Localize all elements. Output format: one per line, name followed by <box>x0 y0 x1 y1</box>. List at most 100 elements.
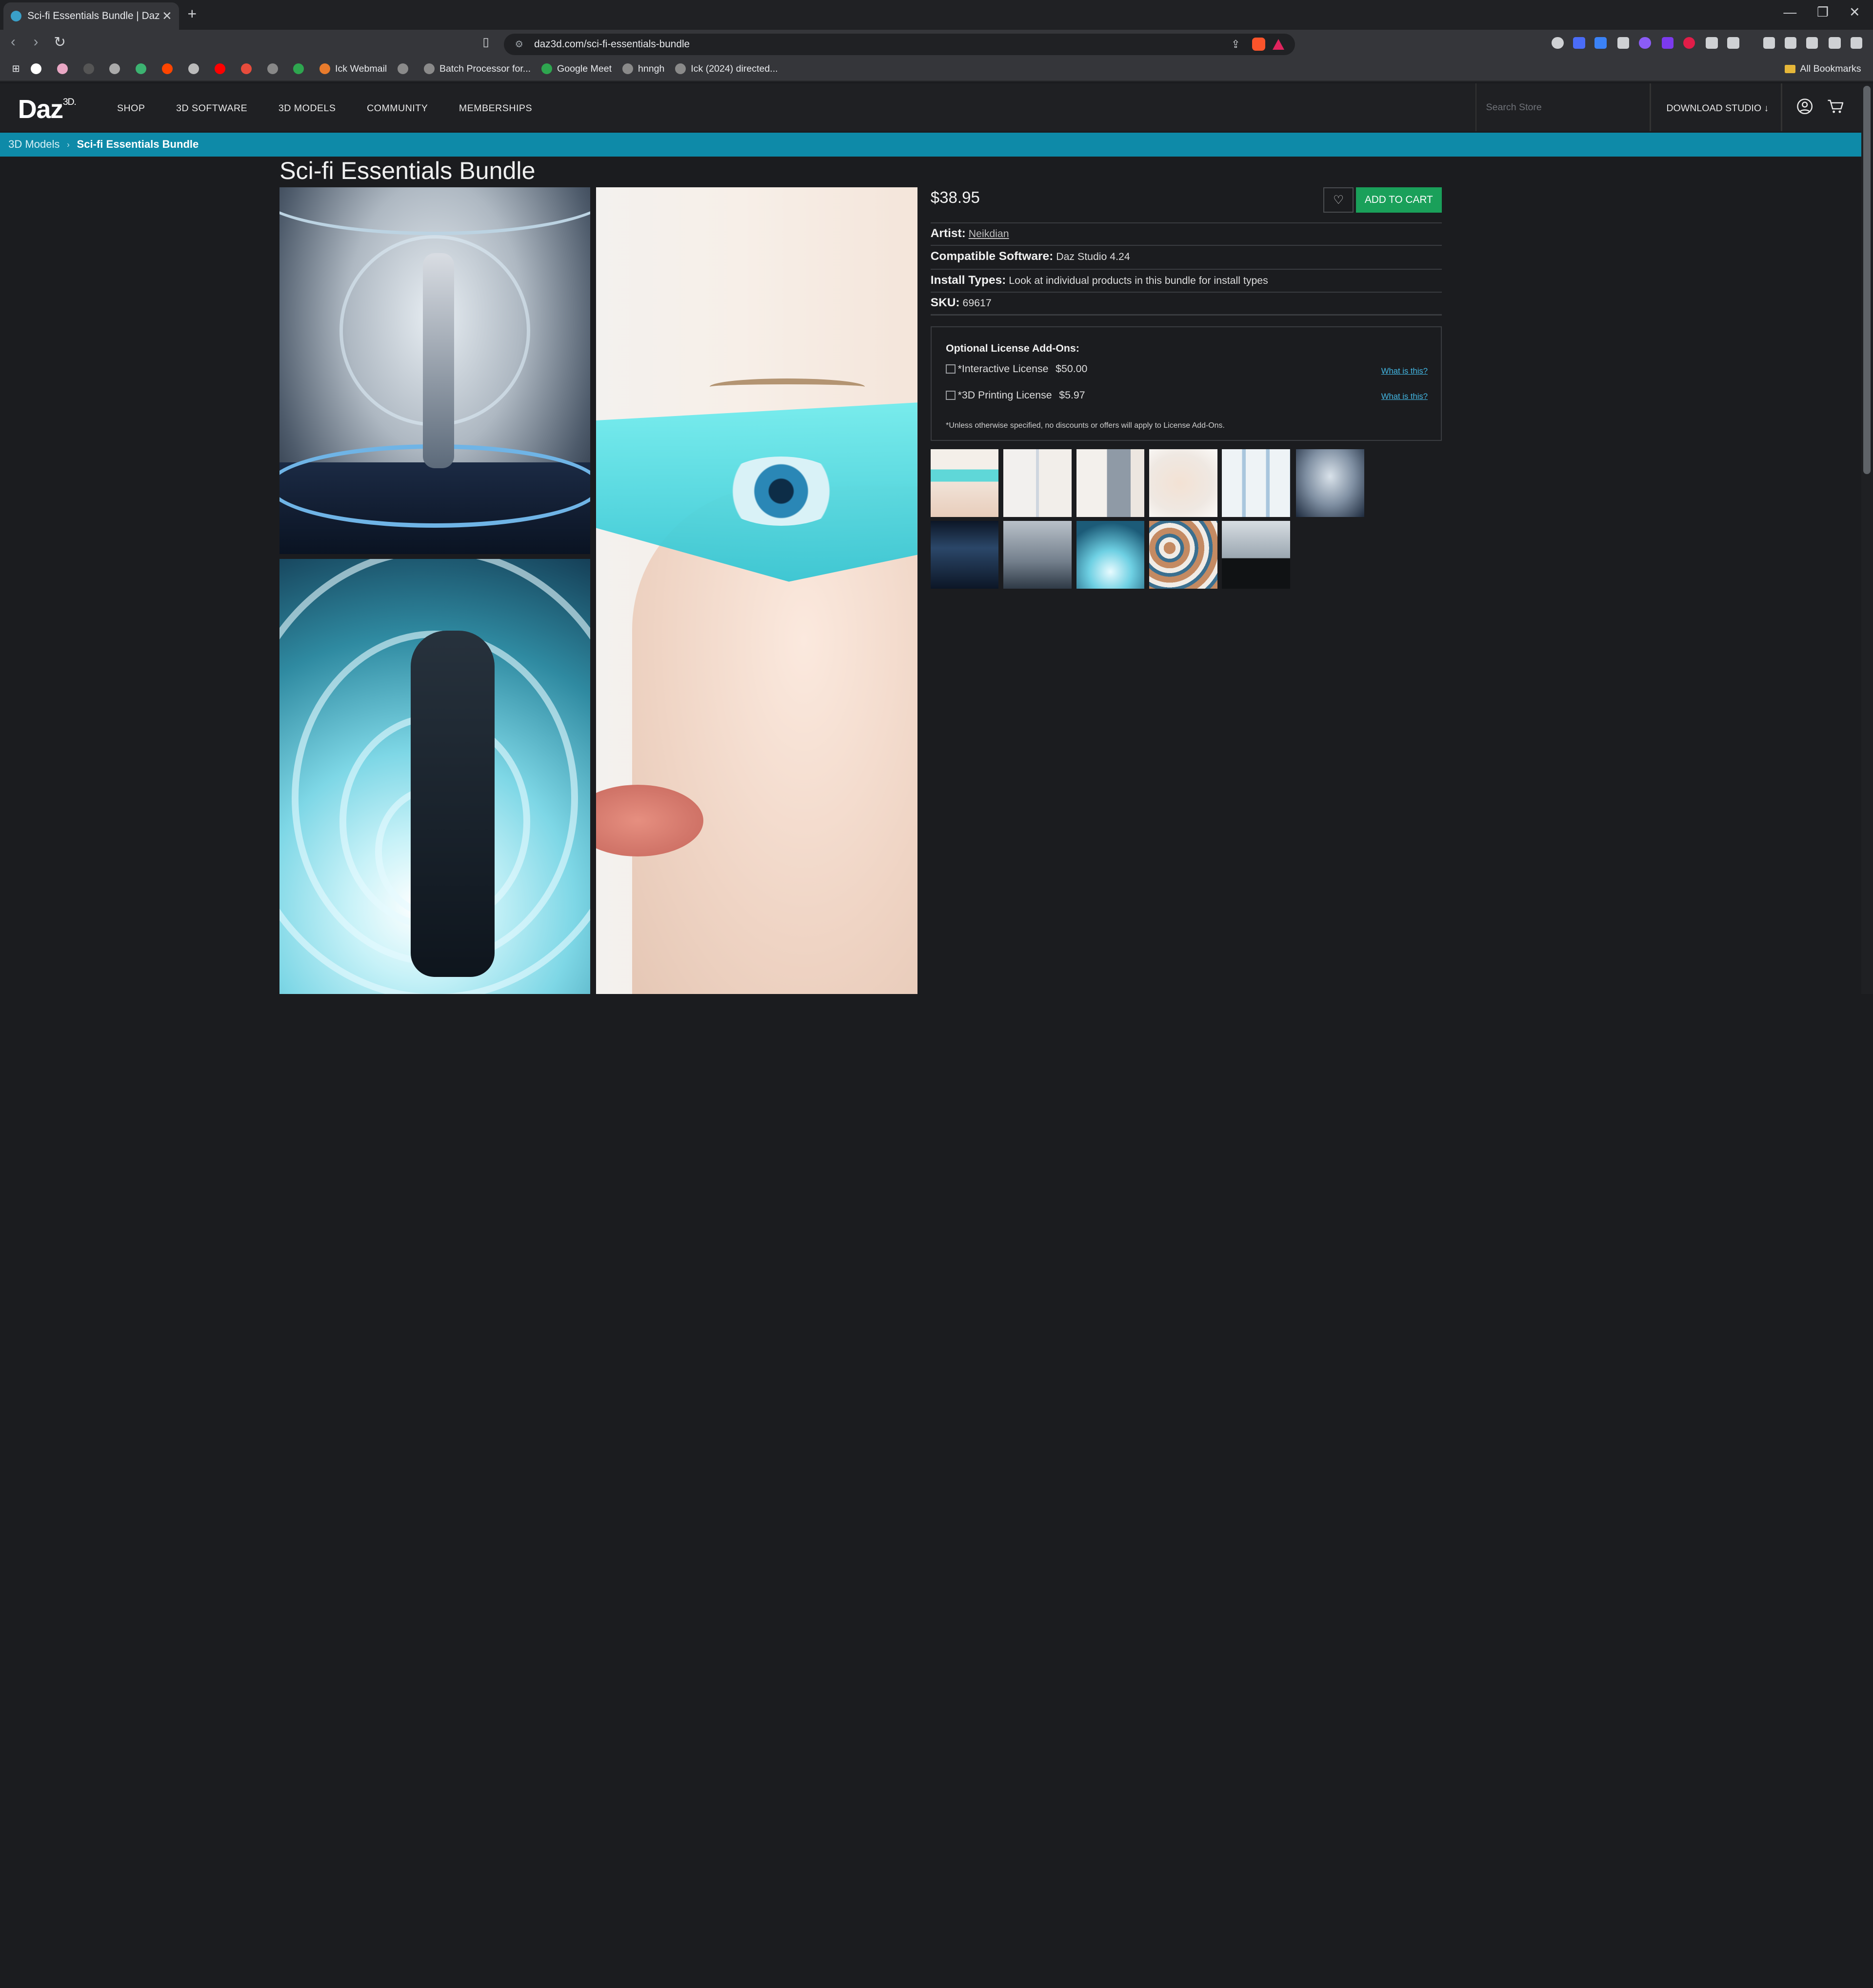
product-image-platform[interactable] <box>279 187 590 555</box>
leo-ai-icon[interactable] <box>1806 37 1818 49</box>
brave-shields-icon[interactable] <box>1252 38 1265 51</box>
bookmark-hnngh[interactable]: hnngh <box>622 63 664 75</box>
page-title: Sci-fi Essentials Bundle <box>279 157 536 184</box>
divider <box>930 291 1442 293</box>
license-interactive: *Interactive License $50.00 <box>946 363 1087 375</box>
license-3d-printing: *3D Printing License $5.97 <box>946 389 1085 401</box>
youtube-icon[interactable] <box>214 63 230 75</box>
artist-link[interactable]: Neikdian <box>969 228 1009 239</box>
search-input[interactable] <box>1486 97 1637 119</box>
thumbnail-metallic-faces[interactable] <box>1003 449 1072 517</box>
extensions-puzzle-icon[interactable] <box>1706 37 1718 49</box>
chevron-right-icon: › <box>67 139 70 149</box>
download-studio-button[interactable]: DOWNLOAD STUDIO ↓ <box>1666 103 1769 114</box>
what-is-this-link[interactable]: What is this? <box>1381 392 1428 401</box>
vpn-icon[interactable] <box>1829 37 1841 49</box>
thumbnail-metallic-visor[interactable] <box>1076 449 1145 517</box>
thumbnail-cylinder[interactable] <box>1222 520 1290 589</box>
3d-printing-license-checkbox[interactable] <box>946 390 956 400</box>
divider <box>930 314 1442 316</box>
extension-icon[interactable] <box>1573 37 1585 49</box>
bookmark-icon[interactable] <box>293 63 309 75</box>
what-is-this-link[interactable]: What is this? <box>1381 366 1428 376</box>
thumbnail-robot-figure[interactable] <box>1003 520 1072 589</box>
forward-icon[interactable]: › <box>34 34 39 50</box>
nav-3d-software[interactable]: 3D SOFTWARE <box>176 103 247 114</box>
nav-shop[interactable]: SHOP <box>117 103 145 114</box>
bookmark-batch-processor[interactable]: Batch Processor for... <box>424 63 531 75</box>
install-types-row: Install Types: Look at individual produc… <box>930 273 1268 287</box>
bookmark-icon[interactable] <box>398 63 413 75</box>
thumbnail-dark-panels[interactable] <box>930 520 999 589</box>
restore-icon[interactable]: ❐ <box>1817 5 1829 20</box>
extension-icon[interactable] <box>1617 37 1630 49</box>
thumbnail-face-visor[interactable] <box>930 449 999 517</box>
interactive-license-checkbox[interactable] <box>946 364 956 374</box>
media-icon[interactable] <box>1727 37 1739 49</box>
site-info-icon[interactable]: ⚙ <box>515 39 524 50</box>
divider <box>930 269 1442 270</box>
close-tab-icon[interactable]: ✕ <box>162 9 172 23</box>
license-addons-box: Optional License Add-Ons: *Interactive L… <box>930 326 1442 441</box>
bookmark-icon[interactable] <box>240 63 257 75</box>
address-bar[interactable]: ⚙ ⇪ <box>504 33 1295 55</box>
bookmark-ick-2024[interactable]: Ick (2024) directed... <box>675 63 778 75</box>
bookmark-icon[interactable] <box>83 63 99 75</box>
bookmark-google-meet[interactable]: Google Meet <box>541 63 612 75</box>
bookmark-icon[interactable] <box>30 63 46 75</box>
daz-logo[interactable]: Daz3D. <box>18 94 77 124</box>
nav-memberships[interactable]: MEMBERSHIPS <box>459 103 532 114</box>
wishlist-heart-icon[interactable]: ♡ <box>1323 187 1354 213</box>
add-to-cart-button[interactable]: ADD TO CART <box>1355 187 1442 213</box>
bookmark-icon[interactable] <box>162 63 178 75</box>
reload-icon[interactable]: ↻ <box>54 34 66 51</box>
minimize-icon[interactable]: — <box>1783 5 1796 20</box>
nav-community[interactable]: COMMUNITY <box>367 103 428 114</box>
nav-3d-models[interactable]: 3D MODELS <box>279 103 336 114</box>
close-window-icon[interactable]: ✕ <box>1849 5 1860 20</box>
wallet-icon[interactable] <box>1784 37 1797 49</box>
back-icon[interactable]: ‹ <box>11 34 16 50</box>
license-heading: Optional License Add-Ons: <box>946 342 1079 355</box>
translate-icon[interactable] <box>1594 37 1607 49</box>
breadcrumb-3d-models[interactable]: 3D Models <box>8 138 60 151</box>
account-icon[interactable] <box>1796 98 1813 115</box>
folder-icon <box>1784 64 1795 73</box>
breadcrumb-current: Sci-fi Essentials Bundle <box>77 138 199 151</box>
thumbnail-tunnel[interactable] <box>1076 520 1145 589</box>
browser-toolbar: ‹ › ↻ ▯ ⚙ ⇪ <box>0 30 1873 58</box>
new-tab-icon[interactable]: + <box>187 5 197 23</box>
scrollbar-thumb[interactable] <box>1863 86 1871 475</box>
apps-grid-icon[interactable]: ⊞ <box>12 63 20 75</box>
thumbnail-platform-scene[interactable] <box>1296 449 1364 517</box>
product-image-tunnel[interactable] <box>279 559 590 994</box>
brave-rewards-icon[interactable] <box>1272 39 1284 50</box>
artist-row: Artist: Neikdian <box>930 227 1009 240</box>
bookmark-icon[interactable] <box>57 63 73 75</box>
extension-icon[interactable] <box>1683 37 1695 49</box>
menu-icon[interactable] <box>1850 37 1862 49</box>
bookmark-icon[interactable] <box>188 63 204 75</box>
product-image-main-face[interactable] <box>596 187 917 994</box>
extension-icon[interactable] <box>1661 37 1674 49</box>
daz-favicon-icon <box>11 11 22 22</box>
thumbnail-face-side[interactable] <box>1149 449 1217 517</box>
thumbnail-rings[interactable] <box>1149 520 1217 589</box>
cart-icon[interactable] <box>1827 98 1843 115</box>
extension-icon[interactable] <box>1639 37 1651 49</box>
bookmark-ick-webmail[interactable]: Ick Webmail <box>319 63 387 75</box>
extension-icon[interactable] <box>1552 37 1564 49</box>
bookmark-icon[interactable] <box>136 63 151 75</box>
browser-tab[interactable]: Sci-fi Essentials Bundle | Daz 3D ✕ <box>3 2 179 30</box>
main-nav: SHOP 3D SOFTWARE 3D MODELS COMMUNITY MEM… <box>117 103 563 114</box>
bookmark-page-icon[interactable]: ▯ <box>482 35 489 49</box>
sku-row: SKU: 69617 <box>930 296 992 310</box>
bookmark-icon[interactable] <box>267 63 283 75</box>
share-icon[interactable]: ⇪ <box>1231 38 1240 51</box>
all-bookmarks[interactable]: All Bookmarks <box>1784 63 1861 75</box>
url-input[interactable] <box>534 38 1221 50</box>
thumbnail-blue-heads[interactable] <box>1222 449 1290 517</box>
sidebar-icon[interactable] <box>1763 37 1775 49</box>
divider <box>1650 83 1651 132</box>
bookmark-icon[interactable] <box>109 63 125 75</box>
